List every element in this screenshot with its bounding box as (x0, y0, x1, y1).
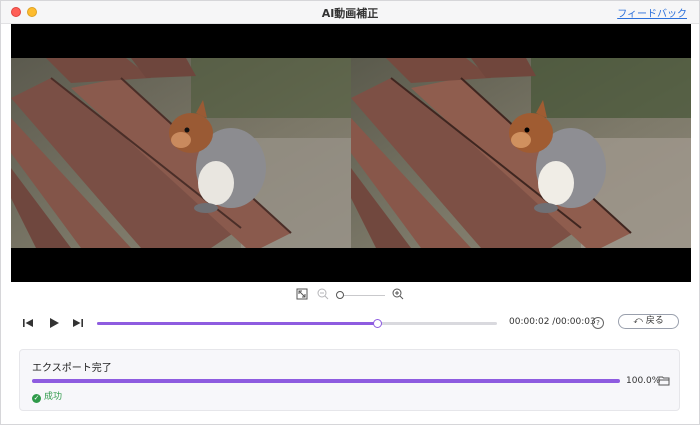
zoom-out-icon[interactable] (317, 288, 329, 300)
open-folder-icon[interactable] (658, 375, 670, 386)
play-icon[interactable] (47, 316, 61, 330)
timeline-progress (97, 322, 377, 325)
title-bar: AI動画補正 フィードバック (1, 1, 699, 24)
timeline-handle[interactable] (373, 319, 382, 328)
success-label: 成功 (44, 392, 63, 402)
export-panel: エクスポート完了 100.0% ✓ 成功 (19, 349, 680, 411)
check-icon: ✓ (32, 394, 41, 403)
fit-screen-icon[interactable] (296, 288, 308, 300)
zoom-slider-track[interactable] (340, 295, 385, 296)
export-title: エクスポート完了 (32, 363, 112, 374)
app-window: AI動画補正 フィードバック 00:00:02 /00:00:03 ? ⤺ 戻る… (0, 0, 700, 425)
video-preview-area (11, 24, 691, 282)
back-arrow-icon: ⤺ (633, 316, 646, 326)
export-progress-fill (32, 379, 620, 383)
time-display: 00:00:02 /00:00:03 (509, 317, 596, 327)
window-title: AI動画補正 (321, 7, 379, 20)
zoom-controls (296, 288, 406, 302)
squirrel-image-enhanced (351, 58, 691, 248)
back-button[interactable]: ⤺ 戻る (618, 314, 679, 329)
export-progress-bar (32, 379, 620, 383)
back-button-label: 戻る (645, 316, 664, 326)
zoom-in-icon[interactable] (392, 288, 404, 300)
help-icon[interactable]: ? (592, 317, 604, 329)
timeline-track[interactable] (97, 319, 497, 328)
playback-controls: 00:00:02 /00:00:03 ? ⤺ 戻る (1, 313, 700, 333)
success-status: ✓ 成功 (32, 389, 62, 403)
squirrel-image-original (11, 58, 351, 248)
feedback-link[interactable]: フィードバック (617, 5, 687, 20)
next-frame-icon[interactable] (71, 316, 85, 330)
export-percent: 100.0% (626, 376, 661, 386)
original-preview (11, 58, 351, 248)
previous-frame-icon[interactable] (21, 316, 35, 330)
enhanced-preview (351, 58, 691, 248)
zoom-slider-handle[interactable] (336, 291, 344, 299)
